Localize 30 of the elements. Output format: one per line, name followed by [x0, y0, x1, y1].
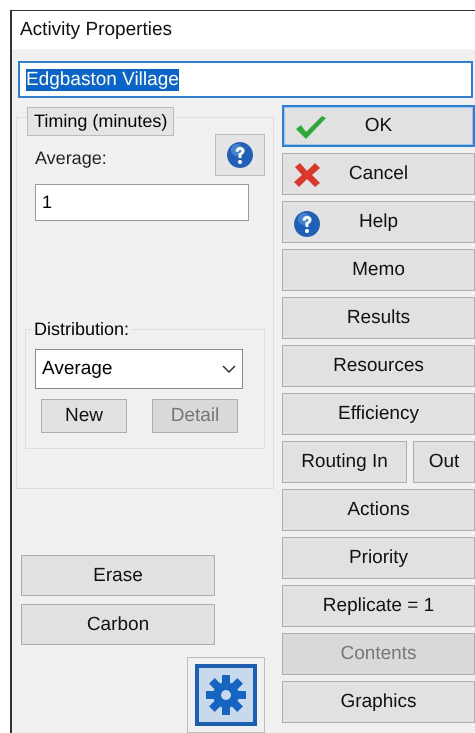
average-input[interactable]: 1: [35, 184, 249, 221]
average-label: Average:: [35, 148, 107, 169]
action-button[interactable]: Efficiency: [282, 393, 475, 435]
cancel-button[interactable]: Cancel: [282, 153, 475, 195]
distribution-select[interactable]: Average: [35, 349, 243, 389]
action-button[interactable]: Actions: [282, 489, 475, 531]
action-button[interactable]: Results: [282, 297, 475, 339]
gear-icon: [194, 663, 258, 727]
help-button[interactable]: [215, 134, 265, 176]
action-button[interactable]: Memo: [282, 249, 475, 291]
out-button[interactable]: Out: [413, 441, 475, 483]
action-button[interactable]: Priority: [282, 537, 475, 579]
action-button[interactable]: Graphics: [282, 681, 475, 723]
settings-button[interactable]: [187, 657, 265, 733]
help-icon: [226, 141, 254, 169]
routing-in-button[interactable]: Routing In: [282, 441, 407, 483]
check-icon: [294, 115, 328, 141]
action-button[interactable]: Resources: [282, 345, 475, 387]
window-title: Activity Properties: [20, 19, 172, 42]
carbon-button[interactable]: Carbon: [21, 604, 215, 645]
help-icon: [293, 210, 321, 238]
timing-tab-label: Timing (minutes): [27, 107, 174, 136]
cross-icon: [293, 162, 321, 188]
name-field[interactable]: Edgbaston Village: [18, 61, 473, 98]
erase-button[interactable]: Erase: [21, 555, 215, 596]
chevron-down-icon: [222, 365, 236, 373]
action-button[interactable]: Replicate = 1: [282, 585, 475, 627]
new-button[interactable]: New: [41, 399, 127, 433]
confirm-button[interactable]: OK: [282, 105, 475, 147]
help-button[interactable]: Help: [282, 201, 475, 243]
